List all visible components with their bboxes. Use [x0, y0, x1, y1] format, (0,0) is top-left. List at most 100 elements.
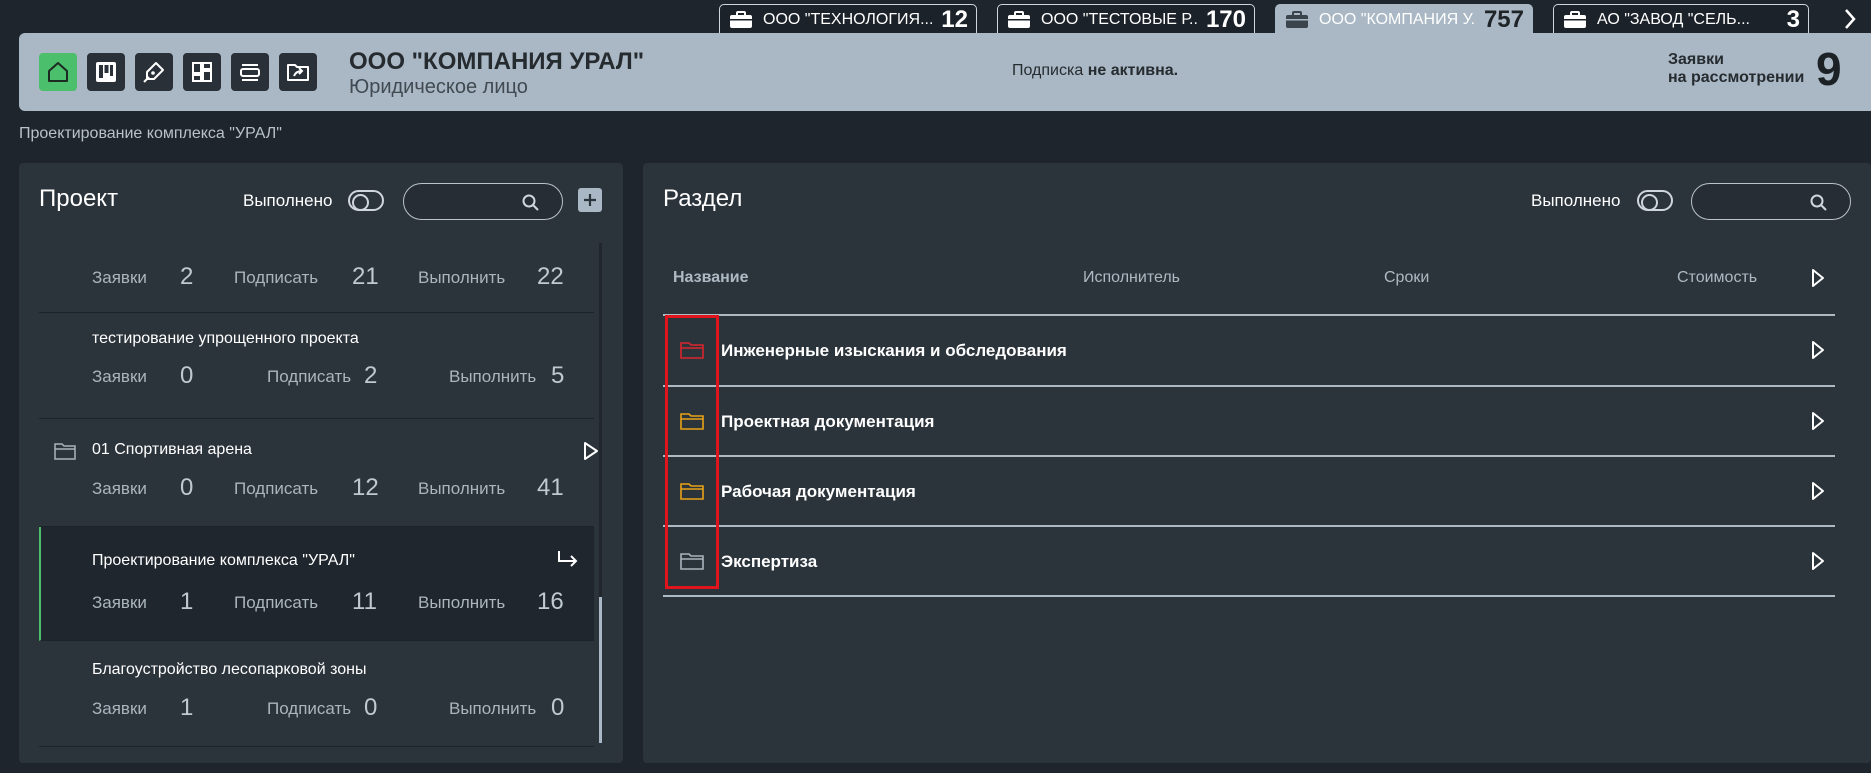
applications-count[interactable]: 9	[1816, 42, 1842, 96]
stat-value: 0	[551, 694, 565, 721]
play-arrow-icon[interactable]	[1811, 268, 1825, 288]
subscription-status: Подписка не активна.	[1012, 62, 1178, 80]
stat-value: 5	[551, 362, 565, 389]
briefcase-icon	[1286, 10, 1308, 28]
section-name: Экспертиза	[721, 552, 818, 571]
company-tab-3[interactable]: ООО "КОМПАНИЯ У... 757	[1275, 4, 1533, 34]
stat-value: 0	[364, 694, 378, 721]
project-list-item[interactable]: 01 Спортивная арена Заявки 0 Подписать 1…	[39, 419, 598, 527]
play-arrow-icon[interactable]	[583, 441, 599, 461]
stat-label: Выполнить	[449, 699, 537, 718]
section-search	[1691, 183, 1851, 220]
sign-button[interactable]	[135, 53, 173, 91]
subscription-label: Подписка	[1012, 62, 1084, 79]
stat-label: Заявки	[92, 367, 147, 386]
project-search	[403, 183, 563, 220]
company-tab-name: АО "ЗАВОД "СЕЛЬ...	[1597, 10, 1750, 28]
org-name: ООО "КОМПАНИЯ УРАЛ"	[349, 48, 645, 75]
scrollbar-thumb[interactable]	[599, 597, 602, 743]
stat-value: 1	[180, 588, 194, 615]
play-arrow-icon[interactable]	[1811, 340, 1825, 360]
project-name: 01 Спортивная арена	[92, 441, 252, 458]
section-row[interactable]: Проектная документация	[663, 386, 1835, 456]
home-button[interactable]	[39, 53, 77, 91]
section-name: Инженерные изыскания и обследования	[721, 341, 1067, 360]
stat-value: 1	[180, 694, 194, 721]
search-icon[interactable]	[1810, 194, 1828, 212]
play-arrow-icon[interactable]	[1811, 481, 1825, 501]
column-header-cost[interactable]: Стоимость	[1677, 269, 1757, 287]
project-name: Благоустройство лесопарковой зоны	[92, 661, 367, 678]
section-row[interactable]: Инженерные изыскания и обследования	[663, 315, 1835, 385]
tabs-next-button[interactable]	[1835, 4, 1865, 34]
stat-label: Подписать	[234, 479, 319, 498]
briefcase-icon	[1008, 10, 1030, 28]
search-icon[interactable]	[522, 194, 540, 212]
list-button[interactable]	[231, 53, 269, 91]
org-header: ООО "КОМПАНИЯ УРАЛ" Юридическое лицо Под…	[19, 33, 1871, 111]
company-tab-count: 170	[1205, 5, 1246, 33]
folder-icon	[54, 443, 76, 460]
company-tab-name: ООО "ТЕХНОЛОГИЯ...	[763, 10, 934, 28]
stat-value: 12	[352, 474, 379, 501]
stat-value: 21	[352, 263, 379, 290]
section-search-input[interactable]	[1706, 192, 1806, 212]
company-tab-2[interactable]: ООО "ТЕСТОВЫЕ Р... 170	[997, 4, 1255, 34]
board-button[interactable]	[87, 53, 125, 91]
stat-label: Выполнить	[449, 367, 537, 386]
plus-icon	[584, 194, 596, 206]
return-arrow-icon[interactable]	[556, 549, 580, 571]
briefcase-icon	[1564, 10, 1586, 28]
folder-share-icon	[287, 64, 309, 81]
done-toggle[interactable]	[348, 190, 384, 211]
company-tab-count: 3	[1786, 5, 1800, 33]
stat-label: Выполнить	[418, 268, 506, 287]
section-panel: Раздел Выполнено Название Исполнитель Ср…	[643, 163, 1871, 763]
project-list-item[interactable]: тестирование упрощенного проекта Заявки …	[39, 313, 594, 419]
project-list-item[interactable]: Благоустройство лесопарковой зоны Заявки…	[39, 641, 594, 747]
column-header-name[interactable]: Название	[673, 269, 749, 287]
section-row[interactable]: Экспертиза	[663, 526, 1835, 596]
stat-value: 2	[364, 362, 378, 389]
stat-value: 0	[180, 362, 194, 389]
company-tab-count: 12	[941, 5, 968, 33]
stat-label: Заявки	[92, 268, 147, 287]
section-row[interactable]: Рабочая документация	[663, 456, 1835, 526]
company-tab-name: ООО "ТЕСТОВЫЕ Р...	[1041, 10, 1198, 28]
done-toggle[interactable]	[1637, 190, 1673, 211]
column-header-executor[interactable]: Исполнитель	[1083, 269, 1180, 287]
company-tab-1[interactable]: ООО "ТЕХНОЛОГИЯ... 12	[719, 4, 977, 34]
company-tab-4[interactable]: АО "ЗАВОД "СЕЛЬ... 3	[1553, 4, 1809, 34]
add-project-button[interactable]	[578, 188, 602, 212]
company-tab-name: ООО "КОМПАНИЯ У...	[1319, 10, 1476, 28]
stat-label: Подписать	[234, 268, 319, 287]
section-name: Рабочая документация	[721, 482, 916, 501]
home-icon	[48, 62, 68, 82]
dashboard-button[interactable]	[183, 53, 221, 91]
stat-label: Заявки	[92, 593, 147, 612]
project-list-item-selected[interactable]: Проектирование комплекса "УРАЛ" Заявки 1…	[39, 527, 594, 641]
stat-value: 41	[537, 474, 564, 501]
section-panel-title: Раздел	[663, 185, 743, 212]
project-list-item[interactable]: Заявки 2 Подписать 21 Выполнить 22	[39, 223, 594, 313]
project-panel-title: Проект	[39, 185, 119, 212]
stat-value: 16	[537, 588, 564, 615]
stat-label: Подписать	[234, 593, 319, 612]
stat-value: 11	[352, 588, 377, 615]
dashboard-icon	[192, 62, 212, 82]
table-divider	[663, 595, 1835, 597]
play-arrow-icon[interactable]	[1811, 551, 1825, 571]
applications-label: Заявки на рассмотрении	[1668, 51, 1808, 87]
project-panel: Проект Выполнено Заявки 2 Подписать 21 В…	[19, 163, 623, 763]
stat-label: Заявки	[92, 699, 147, 718]
company-tab-count: 757	[1483, 5, 1524, 33]
briefcase-icon	[730, 10, 752, 28]
applications-label-line2: на рассмотрении	[1668, 69, 1805, 86]
stat-label: Подписать	[267, 699, 352, 718]
share-button[interactable]	[279, 53, 317, 91]
done-filter-label: Выполнено	[243, 191, 333, 210]
kanban-icon	[96, 62, 116, 82]
play-arrow-icon[interactable]	[1811, 411, 1825, 431]
column-header-deadlines[interactable]: Сроки	[1384, 269, 1429, 287]
project-search-input[interactable]	[418, 192, 518, 212]
